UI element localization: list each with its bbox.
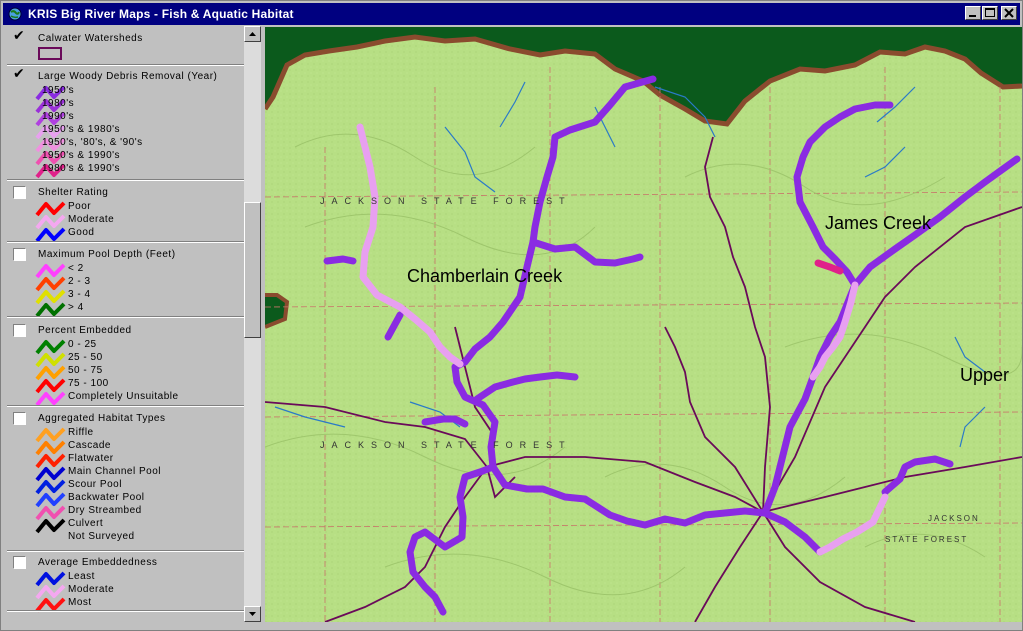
- globe-icon: [8, 7, 22, 21]
- layer-checkbox-calwater[interactable]: [13, 28, 26, 45]
- map-view[interactable]: Chamberlain Creek James Creek Upper JACK…: [265, 27, 1022, 622]
- legend-item: 1950's & 1990's: [4, 149, 244, 166]
- label-james-creek: James Creek: [825, 213, 932, 233]
- layer-checkbox-shelter[interactable]: [13, 186, 26, 199]
- legend-item: Moderate: [4, 583, 244, 600]
- legend-item: 1950's: [4, 84, 244, 101]
- legend-item: 1950's & 1980's: [4, 123, 244, 140]
- legend-item: Riffle: [4, 426, 244, 443]
- legend-item: Cascade: [4, 439, 244, 456]
- legend-item: > 4: [4, 301, 244, 318]
- legend-item: 3 - 4: [4, 288, 244, 305]
- legend-item: Least: [4, 570, 244, 587]
- legend-item: 1980's & 1990's: [4, 162, 244, 179]
- legend-item: Backwater Pool: [4, 491, 244, 508]
- legend-group-title: Shelter Rating: [38, 187, 109, 198]
- legend-item: Moderate: [4, 213, 244, 230]
- legend-item: 50 - 75: [4, 364, 244, 381]
- maximize-icon: [985, 8, 995, 17]
- scroll-thumb[interactable]: [244, 202, 261, 338]
- legend-item: Flatwater: [4, 452, 244, 469]
- scroll-down-button[interactable]: [244, 606, 261, 622]
- legend-item: 75 - 100: [4, 377, 244, 394]
- legend-group-title: Average Embeddedness: [38, 557, 158, 568]
- label-state-forest-east: STATE FOREST: [885, 535, 969, 544]
- maximize-button[interactable]: [982, 6, 998, 20]
- scroll-up-button[interactable]: [244, 26, 261, 42]
- label-jackson-state-forest-north: JACKSON STATE FOREST: [320, 196, 572, 206]
- legend-item: Scour Pool: [4, 478, 244, 495]
- app-window: KRIS Big River Maps - Fish & Aquatic Hab…: [0, 0, 1023, 631]
- legend-group-title: Aggregated Habitat Types: [38, 413, 166, 424]
- layer-checkbox-lwd[interactable]: [13, 66, 26, 83]
- terrain-base: [265, 27, 1022, 622]
- legend-item: Good: [4, 226, 244, 243]
- layer-checkbox-pool-depth[interactable]: [13, 248, 26, 261]
- minimize-button[interactable]: [965, 6, 981, 20]
- legend-item: Most: [4, 596, 244, 613]
- window-title: KRIS Big River Maps - Fish & Aquatic Hab…: [28, 7, 294, 21]
- legend-item: 1980's: [4, 97, 244, 114]
- label-jackson-state-forest-south: JACKSON STATE FOREST: [320, 440, 572, 450]
- legend-item: 0 - 25: [4, 338, 244, 355]
- label-upper: Upper: [960, 365, 1010, 385]
- legend-item: 2 - 3: [4, 275, 244, 292]
- legend-separator: [7, 405, 244, 407]
- legend-group-title: Calwater Watersheds: [38, 33, 143, 44]
- legend-group-title: Percent Embedded: [38, 325, 132, 336]
- label-jackson-east: JACKSON: [928, 514, 980, 523]
- legend-separator: [7, 241, 244, 243]
- layer-checkbox-percent-embedded[interactable]: [13, 324, 26, 337]
- legend-item: 1950's, '80's, & '90's: [4, 136, 244, 153]
- title-bar[interactable]: KRIS Big River Maps - Fish & Aquatic Hab…: [3, 3, 1020, 25]
- layer-checkbox-avg-embeddedness[interactable]: [13, 556, 26, 569]
- arrow-down-icon: [249, 612, 256, 616]
- arrow-up-icon: [249, 32, 256, 36]
- map-canvas: [265, 27, 1022, 622]
- legend-item: 1990's: [4, 110, 244, 127]
- legend-panel: Calwater Watersheds Large Woody Debris R…: [4, 26, 245, 622]
- legend-item: Main Channel Pool: [4, 465, 244, 482]
- legend-separator: [7, 64, 244, 66]
- close-button[interactable]: [1001, 6, 1017, 20]
- legend-item: Dry Streambed: [4, 504, 244, 521]
- legend-separator: [7, 550, 244, 552]
- legend-item: Not Surveyed: [68, 531, 135, 542]
- label-chamberlain-creek: Chamberlain Creek: [407, 266, 563, 286]
- status-bar: [3, 623, 1020, 630]
- legend-item: < 2: [4, 262, 244, 279]
- legend-item: Culvert: [4, 517, 244, 534]
- legend-item: Completely Unsuitable: [4, 390, 244, 407]
- minimize-icon: [969, 15, 976, 17]
- legend-separator: [7, 610, 244, 612]
- legend-group-title: Large Woody Debris Removal (Year): [38, 71, 218, 82]
- layer-checkbox-habitat[interactable]: [13, 412, 26, 425]
- legend-scrollbar[interactable]: [244, 26, 261, 622]
- legend-group-title: Maximum Pool Depth (Feet): [38, 249, 176, 260]
- watershed-polygon-symbol: [38, 47, 62, 60]
- legend-separator: [7, 316, 244, 318]
- legend-separator: [7, 179, 244, 181]
- legend-item: Poor: [4, 200, 244, 217]
- close-icon: [1004, 8, 1014, 18]
- legend-item: 25 - 50: [4, 351, 244, 368]
